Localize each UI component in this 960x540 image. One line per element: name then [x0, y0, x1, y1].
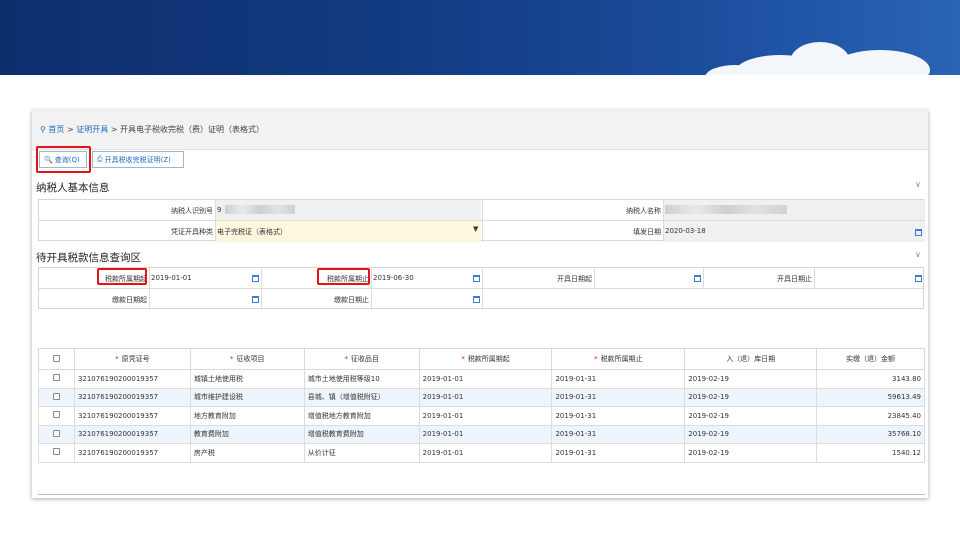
period-start-input[interactable]: 2019-01-01 [151, 274, 192, 282]
period-end-input[interactable]: 2019-06-30 [373, 274, 414, 282]
pay-start-label: 缴款日期起 [112, 296, 147, 304]
table-row[interactable]: 321076190200019357 地方教育附加 增值税地方教育附加 2019-0… [38, 406, 925, 426]
voucher-type-select[interactable]: 电子完税证（表格式） [217, 227, 287, 237]
taxpayer-id-label: 纳税人识别号 [171, 207, 213, 215]
column-header[interactable]: * 税款所属期起 [418, 348, 553, 370]
dropdown-arrow-icon[interactable]: ▼ [473, 225, 478, 233]
calendar-icon[interactable] [915, 229, 922, 236]
divider [261, 268, 262, 310]
breadcrumb-separator: > [110, 125, 118, 134]
required-marker: * [115, 355, 119, 363]
taxpayer-name-label: 纳税人名称 [626, 207, 661, 215]
breadcrumb: ⚲ 首页 > 证明开具 > 开具电子税收完税（费）证明（表格式） [40, 124, 264, 135]
row-checkbox[interactable] [52, 448, 60, 456]
required-marker: * [594, 355, 598, 363]
breadcrumb-separator: > [66, 125, 74, 134]
taxpayer-section-title: 纳税人基本信息 [36, 182, 110, 194]
collapse-chevron-icon[interactable]: ∨ [915, 250, 921, 259]
column-header[interactable]: * 征收品目 [303, 348, 420, 370]
select-all-checkbox[interactable] [52, 354, 60, 362]
divider [215, 200, 216, 242]
redacted-area [665, 205, 787, 214]
calendar-icon[interactable] [915, 275, 922, 282]
breadcrumb-current: 开具电子税收完税（费）证明（表格式） [120, 125, 264, 134]
table-row[interactable]: 321076190200019357 城镇土地使用税 城市土地使用税等级10 201… [38, 369, 925, 389]
table-row[interactable]: 321076190200019357 城市维护建设税 县城、镇（增值税附征） 201… [38, 387, 925, 407]
row-checkbox[interactable] [52, 429, 60, 437]
row-checkbox[interactable] [52, 374, 60, 382]
divider [482, 200, 483, 242]
issue-certificate-button[interactable]: ⎙ 开具税收完税证明(Z) [92, 151, 184, 168]
issue-end-label: 开具日期止 [777, 275, 812, 283]
calendar-icon[interactable] [473, 296, 480, 303]
table-bottom-border [38, 494, 925, 495]
required-marker: * [344, 355, 348, 363]
divider [482, 268, 483, 310]
column-header[interactable]: * 原凭证号 [73, 348, 191, 370]
table-row[interactable]: 321076190200019357 房产税 从价计征 2019-01-01 2019… [38, 443, 925, 463]
divider [149, 268, 150, 310]
fill-date-label: 填发日期 [633, 228, 661, 236]
table-header-row: * 原凭证号 * 征收项目 * 征收品目 * 税款所属期起 * 税款所属期止 入（退）库日… [38, 348, 925, 370]
calendar-icon[interactable] [473, 275, 480, 282]
required-marker: * [461, 355, 465, 363]
issue-start-label: 开具日期起 [557, 275, 592, 283]
column-header[interactable]: 入（退）库日期 [684, 348, 818, 370]
pay-end-label: 缴款日期止 [334, 296, 369, 304]
tax-record-table: * 原凭证号 * 征收项目 * 征收品目 * 税款所属期起 * 税款所属期止 入（退）库日… [38, 348, 925, 463]
select-all-cell [38, 348, 75, 370]
divider [371, 268, 372, 310]
column-header[interactable]: * 征收项目 [189, 348, 305, 370]
row-checkbox[interactable] [52, 411, 60, 419]
breadcrumb-level1-link[interactable]: 证明开具 [76, 125, 108, 134]
row-checkbox[interactable] [52, 392, 60, 400]
header-banner [0, 0, 960, 75]
voucher-type-label: 凭证开具种类 [171, 228, 213, 236]
breadcrumb-home-link[interactable]: 首页 [48, 125, 64, 134]
divider [663, 200, 664, 242]
taxpayer-info-grid: 纳税人识别号 9 纳税人名称 凭证开具种类 电子完税证（表格式） ▼ 填发日期 … [38, 199, 925, 242]
fill-date-value: 2020-03-18 [665, 227, 706, 235]
highlight-box [317, 268, 370, 285]
issue-certificate-label: 开具税收完税证明(Z) [104, 155, 171, 164]
divider [703, 268, 704, 288]
location-pin-icon: ⚲ [40, 125, 46, 134]
app-screenshot: ⚲ 首页 > 证明开具 > 开具电子税收完税（费）证明（表格式） 🔍 查询(Q)… [32, 110, 928, 498]
taxpayer-id-value: 9 [217, 206, 222, 214]
query-section-title: 待开具税款信息查询区 [36, 252, 141, 264]
calendar-icon[interactable] [252, 296, 259, 303]
divider [594, 268, 595, 288]
query-form-grid: 税款所属期起 2019-01-01 税款所属期止 2019-06-30 开具日期… [38, 267, 925, 310]
calendar-icon[interactable] [252, 275, 259, 282]
calendar-icon[interactable] [694, 275, 701, 282]
highlight-box [97, 268, 147, 285]
column-header[interactable]: 实缴（退）金额 [816, 348, 925, 370]
column-header[interactable]: * 税款所属期止 [551, 348, 686, 370]
required-marker: * [230, 355, 234, 363]
table-row[interactable]: 321076190200019357 教育费附加 增值税教育费附加 2019-01-… [38, 424, 925, 444]
redacted-area [225, 205, 295, 214]
printer-icon: ⎙ [97, 155, 103, 163]
divider [814, 268, 815, 288]
highlight-box [36, 146, 91, 173]
collapse-chevron-icon[interactable]: ∨ [915, 180, 921, 189]
